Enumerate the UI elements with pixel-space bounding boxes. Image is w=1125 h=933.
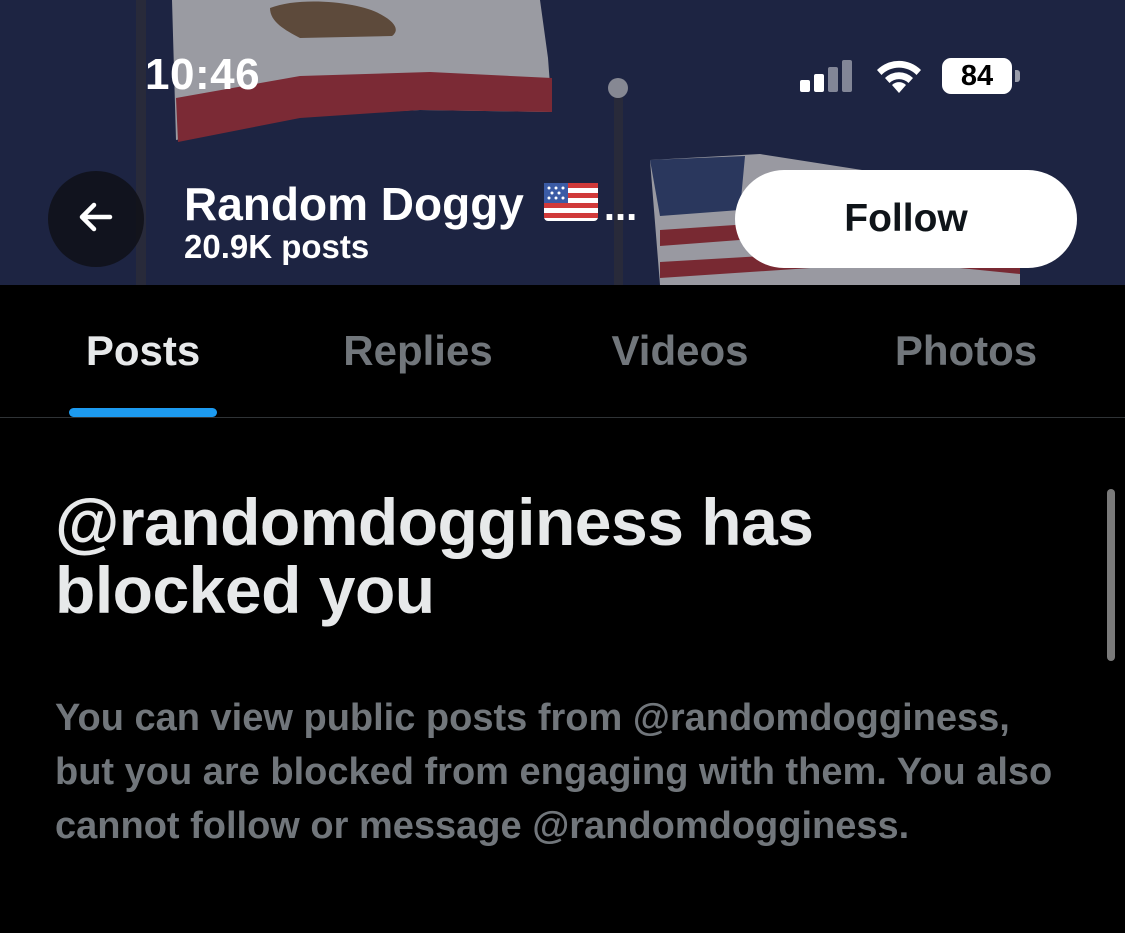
us-flag-icon [543,181,598,228]
status-time: 10:46 [145,50,261,99]
profile-display-name: Random Doggy [184,178,524,230]
blocked-description: You can view public posts from @randomdo… [55,697,1053,847]
post-count: 20.9K posts [184,228,370,265]
follow-button[interactable]: Follow [735,170,1077,268]
scrollbar[interactable] [1107,489,1115,661]
wifi-icon [874,57,924,95]
blocked-title: @randomdogginess has blocked you [55,485,814,627]
cellular-signal-icon [798,58,856,94]
back-arrow-icon [76,197,116,242]
tab-videos[interactable]: Videos [590,285,770,417]
status-icons: 84 [798,56,1020,96]
back-button[interactable] [48,171,144,267]
profile-screen: 10:46 84 Random Doggy ... 20.9K posts Fo… [0,0,1125,933]
tab-posts[interactable]: Posts [70,285,216,417]
tab-replies[interactable]: Replies [326,285,510,417]
profile-tabs: Posts Replies Videos Photos [0,285,1125,418]
active-tab-indicator [69,408,217,417]
battery-icon: 84 [942,58,1020,94]
name-truncation-ellipsis: ... [603,184,638,229]
tab-photos[interactable]: Photos [878,285,1054,417]
battery-level: 84 [960,60,994,92]
profile-header-title: Random Doggy ... [184,176,637,232]
